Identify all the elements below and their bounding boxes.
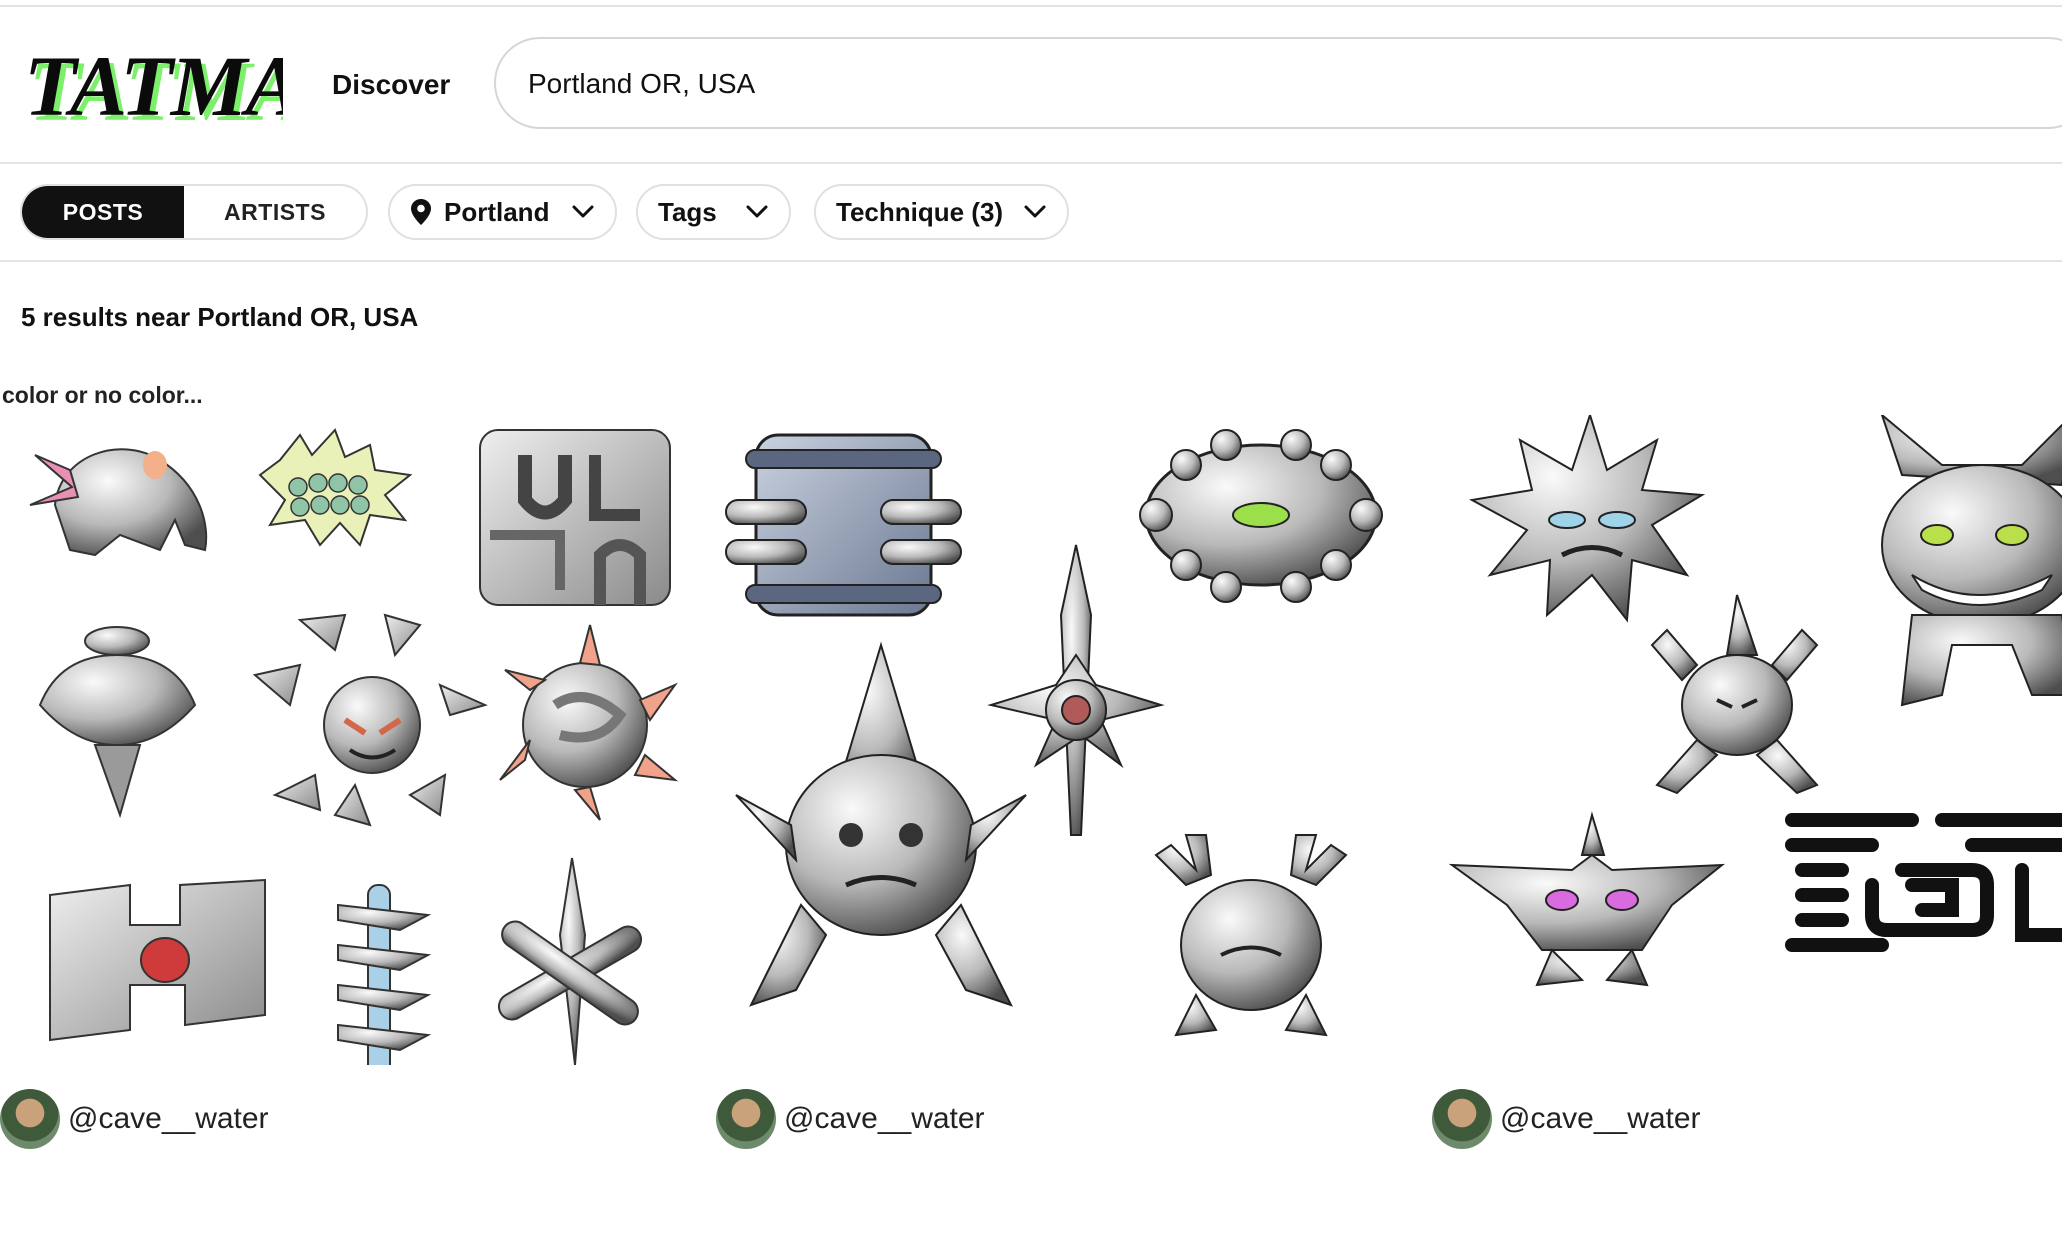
technique-filter-dropdown[interactable]: Technique (3) (814, 184, 1070, 240)
tattoo-flash-goblin (735, 641, 1027, 1007)
posts-tab[interactable]: POSTS (22, 186, 184, 238)
tattoo-flash-spinning-top (38, 626, 197, 819)
svg-text:TATMAP: TATMAP (24, 38, 283, 132)
post-author[interactable]: @cave__water (1432, 1088, 1701, 1150)
location-filter-label: Portland (444, 196, 550, 227)
post-image[interactable] (1432, 415, 2062, 1065)
author-username[interactable]: @cave__water (1500, 1102, 1701, 1136)
technique-filter-label: Technique (3) (836, 196, 1004, 227)
post-title: color or no color... (2, 382, 203, 408)
tattoo-flash-spiky-dome (258, 428, 413, 547)
tattoo-flash-antler-frog (1154, 834, 1348, 1037)
author-username[interactable]: @cave__water (784, 1102, 985, 1136)
tattoo-flash-studded-eye (1139, 429, 1383, 603)
post-author[interactable]: @cave__water (0, 1088, 269, 1150)
tattoo-flash-jester (1650, 594, 1819, 795)
tattoo-flash-compass-star (987, 544, 1165, 836)
results-count: 5 results near Portland OR, USA (21, 302, 419, 332)
post-author[interactable]: @cave__water (716, 1088, 985, 1150)
tattoo-flash-crossed-spikes (497, 857, 643, 1065)
tattoo-flash-maze-script (1785, 813, 2062, 952)
tattoo-flash-angry-sun (1468, 415, 1706, 623)
filter-bar: POSTS ARTISTS Portland Tags Technique (3… (0, 164, 2062, 262)
header: TATMAP TATMAP Discover (0, 7, 2062, 164)
posts-artists-toggle: POSTS ARTISTS (20, 184, 368, 240)
search-bar[interactable] (494, 37, 2062, 129)
tattoo-flash-grinning-imp (1880, 415, 2062, 707)
chevron-down-icon (572, 205, 594, 218)
tattoo-flash-spiral-column (337, 884, 432, 1065)
tattoo-flash-spiked-ball (499, 624, 679, 821)
tags-filter-dropdown[interactable]: Tags (636, 184, 791, 240)
author-username[interactable]: @cave__water (68, 1102, 269, 1136)
tattoo-flash-creature (29, 448, 208, 557)
location-pin-icon (411, 199, 431, 225)
tattoo-flash-gem-block (49, 878, 266, 1042)
tattoo-flash-block-glyph (479, 429, 671, 606)
location-search-input[interactable] (526, 39, 1930, 129)
tattoo-flash-gremlin (1448, 811, 1726, 987)
post-card[interactable]: color or no color... @cave__water (0, 370, 716, 1160)
avatar[interactable] (0, 1089, 60, 1149)
post-image[interactable] (716, 415, 1432, 1065)
artists-tab[interactable]: ARTISTS (184, 186, 366, 238)
tattoo-flash-canister (725, 433, 962, 617)
tags-filter-label: Tags (658, 196, 717, 227)
post-card[interactable]: @cave__water (716, 370, 1432, 1160)
tattoo-flash-angry-orb (252, 613, 488, 827)
avatar[interactable] (1432, 1089, 1492, 1149)
avatar[interactable] (716, 1089, 776, 1149)
location-filter-dropdown[interactable]: Portland (388, 184, 618, 240)
post-image[interactable] (0, 415, 716, 1065)
chevron-down-icon (746, 205, 768, 218)
post-card[interactable]: @cave__water (1432, 370, 2062, 1160)
discover-link[interactable]: Discover (332, 69, 450, 101)
tatmap-logo[interactable]: TATMAP TATMAP (18, 37, 283, 132)
top-divider (0, 0, 2062, 7)
chevron-down-icon (1024, 205, 1046, 218)
